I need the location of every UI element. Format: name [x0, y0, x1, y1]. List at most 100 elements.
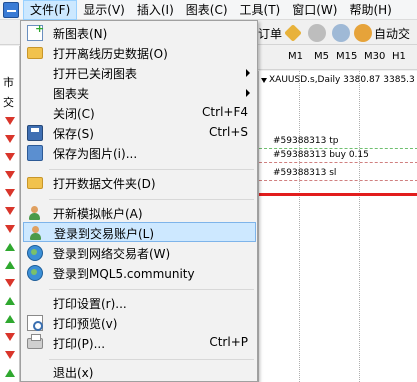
save-image-icon	[27, 145, 43, 161]
autotrade-label[interactable]: 自动交	[374, 25, 410, 42]
menu-item-label: 新图表(N)	[53, 27, 108, 41]
tf-m15[interactable]: M15	[336, 51, 357, 62]
chart-symbol-line: XAUUSD.s,Daily 3380.87 3385.3	[269, 75, 415, 85]
menu-item-label: 登录到交易账户(L)	[54, 227, 155, 241]
down-arrow-icon	[4, 170, 15, 181]
sl-line	[259, 180, 417, 181]
menu-item-label: 登录到MQL5.community	[53, 267, 195, 281]
tf-m30[interactable]: M30	[364, 51, 385, 62]
menu-item-open-closed-chart[interactable]: 打开已关闭图表	[23, 63, 256, 83]
menu-item-login-trade-account[interactable]: 登录到交易账户(L)	[23, 222, 256, 242]
menu-item-profiles[interactable]: 图表夹	[23, 83, 256, 103]
menu-item-label: 打印设置(r)...	[53, 297, 127, 311]
menu-separator	[49, 289, 254, 290]
menu-item-new-chart[interactable]: 新图表(N)	[23, 22, 256, 43]
chart-menu-triangle-icon[interactable]	[261, 78, 267, 83]
file-menu: 新图表(N) 打开离线历史数据(O) 打开已关闭图表 图表夹 关闭(C) Ctr…	[20, 20, 258, 382]
print-preview-icon	[27, 315, 43, 331]
down-arrow-icon	[4, 134, 15, 145]
globe-icon[interactable]	[332, 24, 350, 42]
market-watch-label: 市	[3, 76, 14, 89]
menu-item-label: 打印预览(v)	[53, 317, 118, 331]
menu-charts[interactable]: 图表(C)	[180, 0, 234, 20]
down-arrow-icon	[4, 224, 15, 235]
menu-item-label: 退出(x)	[53, 366, 94, 380]
app-icon	[3, 1, 19, 18]
login-icon	[28, 225, 44, 241]
save-icon	[27, 125, 43, 141]
down-arrow-icon	[4, 278, 15, 289]
demo-account-icon	[27, 205, 43, 221]
up-arrow-icon	[4, 368, 15, 379]
menu-item-exit[interactable]: 退出(x)	[23, 362, 256, 382]
buy-annotation: #59388313 buy 0.15	[273, 150, 369, 160]
menu-item-login-mql5[interactable]: 登录到MQL5.community	[23, 263, 256, 283]
menu-item-shortcut: Ctrl+P	[209, 335, 248, 349]
grid-line	[359, 71, 360, 382]
tf-m5[interactable]: M5	[314, 51, 329, 62]
down-arrow-icon	[4, 188, 15, 199]
market-watch-strip: 市 交	[0, 46, 20, 382]
data-folder-icon	[27, 177, 43, 189]
menu-item-label: 保存(S)	[53, 127, 94, 141]
submenu-arrow-icon	[246, 69, 250, 77]
diamond-icon[interactable]	[284, 24, 302, 42]
menu-item-label: 保存为图片(i)...	[53, 147, 138, 161]
menu-separator	[49, 169, 254, 170]
menu-item-login-web-trader[interactable]: 登录到网络交易者(W)	[23, 243, 256, 263]
up-arrow-icon	[4, 296, 15, 307]
menu-item-label: 开新模拟帐户(A)	[53, 207, 143, 221]
menu-tools[interactable]: 工具(T)	[234, 0, 287, 20]
sl-annotation: #59388313 sl	[273, 168, 337, 178]
down-arrow-icon	[4, 332, 15, 343]
menu-item-label: 图表夹	[53, 87, 90, 101]
tp-annotation: #59388313 tp	[273, 136, 339, 146]
mql5-icon	[27, 265, 43, 281]
menu-view[interactable]: 显示(V)	[77, 0, 131, 20]
down-arrow-icon	[4, 206, 15, 217]
menu-item-print-setup[interactable]: 打印设置(r)...	[23, 293, 256, 313]
chart-window[interactable]: XAUUSD.s,Daily 3380.87 3385.3 #59388313 …	[258, 71, 417, 382]
menu-item-close[interactable]: 关闭(C) Ctrl+F4	[23, 103, 256, 123]
menu-bar: 文件(F) 显示(V) 插入(I) 图表(C) 工具(T) 窗口(W) 帮助(H…	[0, 0, 417, 20]
menu-file[interactable]: 文件(F)	[23, 0, 78, 20]
autotrade-icon[interactable]	[354, 24, 372, 42]
down-arrow-icon	[4, 116, 15, 127]
menu-separator	[49, 359, 254, 360]
print-icon	[27, 334, 43, 349]
trade-label: 交	[3, 96, 14, 109]
menu-separator	[49, 199, 254, 200]
timeframe-bar: M1 M5 M15 M30 H1	[258, 46, 417, 70]
grid-line	[299, 71, 300, 382]
menu-item-shortcut: Ctrl+S	[208, 125, 248, 139]
submenu-arrow-icon	[246, 89, 250, 97]
menu-insert[interactable]: 插入(I)	[131, 0, 180, 20]
menu-item-save-as-picture[interactable]: 保存为图片(i)...	[23, 143, 256, 163]
menu-item-label: 打印(P)...	[53, 337, 106, 351]
menu-item-open-data-folder[interactable]: 打开数据文件夹(D)	[23, 173, 256, 193]
menu-item-label: 打开已关闭图表	[53, 67, 138, 81]
menu-item-print-preview[interactable]: 打印预览(v)	[23, 313, 256, 333]
open-folder-icon	[27, 47, 43, 59]
person-icon[interactable]	[308, 24, 326, 42]
buy-line	[259, 162, 417, 163]
tf-h1[interactable]: H1	[392, 51, 406, 62]
price-line	[259, 193, 417, 196]
menu-item-label: 登录到网络交易者(W)	[53, 247, 171, 261]
menu-item-save[interactable]: 保存(S) Ctrl+S	[23, 123, 256, 143]
new-order-label[interactable]: 订单	[258, 25, 282, 42]
menu-item-open-offline[interactable]: 打开离线历史数据(O)	[23, 43, 256, 63]
down-arrow-icon	[4, 350, 15, 361]
menu-window[interactable]: 窗口(W)	[286, 0, 343, 20]
up-arrow-icon	[4, 242, 15, 253]
web-trader-icon	[27, 245, 43, 261]
menu-help[interactable]: 帮助(H)	[343, 0, 397, 20]
tf-m1[interactable]: M1	[288, 51, 303, 62]
new-chart-icon	[27, 22, 44, 41]
menu-item-print[interactable]: 打印(P)... Ctrl+P	[23, 333, 256, 353]
down-arrow-icon	[4, 152, 15, 163]
up-arrow-icon	[4, 260, 15, 271]
menu-item-open-demo-account[interactable]: 开新模拟帐户(A)	[23, 203, 256, 223]
tp-line	[259, 148, 417, 149]
menu-item-label: 关闭(C)	[53, 107, 95, 121]
